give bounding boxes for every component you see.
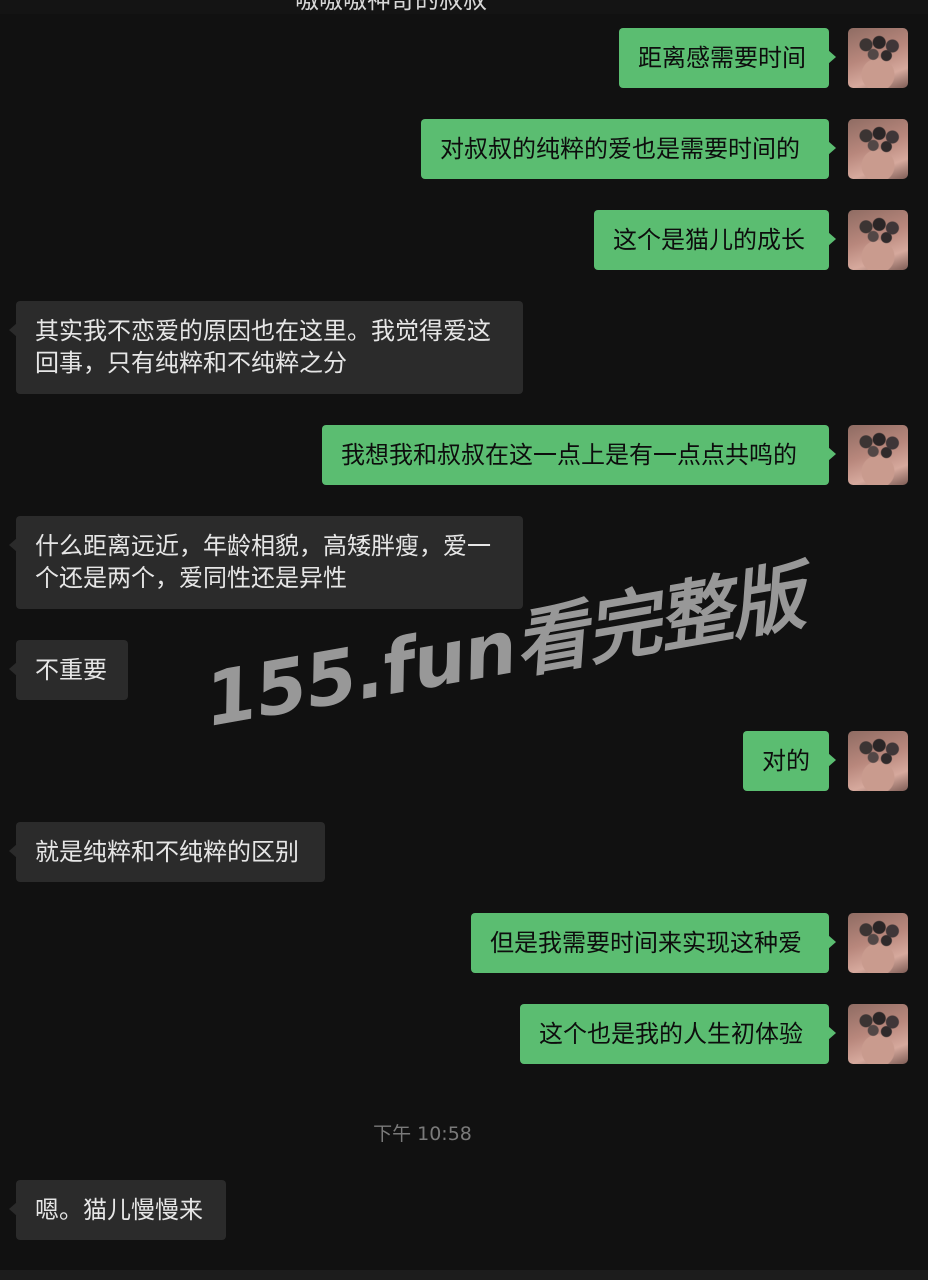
message-bubble-outgoing[interactable]: 距离感需要时间	[619, 28, 836, 88]
avatar[interactable]	[848, 425, 908, 485]
message-bubble-outgoing[interactable]: 对叔叔的纯粹的爱也是需要时间的	[421, 119, 836, 179]
timestamp-separator: 下午 10:58	[373, 1123, 472, 1145]
message-bubble-outgoing[interactable]: 这个也是我的人生初体验	[520, 1004, 836, 1064]
message-bubble-outgoing[interactable]: 但是我需要时间来实现这种爱	[471, 913, 836, 973]
message-bubble-incoming[interactable]: 其实我不恋爱的原因也在这里。我觉得爱这回事，只有纯粹和不纯粹之分	[9, 301, 523, 394]
bottom-divider	[0, 1270, 928, 1280]
avatar[interactable]	[848, 1004, 908, 1064]
avatar[interactable]	[848, 731, 908, 791]
message-bubble-outgoing[interactable]: 我想我和叔叔在这一点上是有一点点共鸣的	[322, 425, 836, 485]
chat-header: 嗷嗷嗷神奇的叔叔	[0, 0, 928, 14]
message-bubble-incoming[interactable]: 嗯。猫儿慢慢来	[9, 1180, 226, 1240]
avatar[interactable]	[848, 210, 908, 270]
avatar[interactable]	[848, 28, 908, 88]
message-bubble-incoming[interactable]: 什么距离远近，年龄相貌，高矮胖瘦，爱一个还是两个，爱同性还是异性	[9, 516, 523, 609]
avatar[interactable]	[848, 119, 908, 179]
message-bubble-outgoing[interactable]: 对的	[743, 731, 836, 791]
message-bubble-outgoing[interactable]: 这个是猫儿的成长	[594, 210, 836, 270]
avatar[interactable]	[848, 913, 908, 973]
message-bubble-incoming[interactable]: 不重要	[9, 640, 128, 700]
chat-title: 嗷嗷嗷神奇的叔叔	[295, 0, 487, 14]
message-bubble-incoming[interactable]: 就是纯粹和不纯粹的区别	[9, 822, 325, 882]
